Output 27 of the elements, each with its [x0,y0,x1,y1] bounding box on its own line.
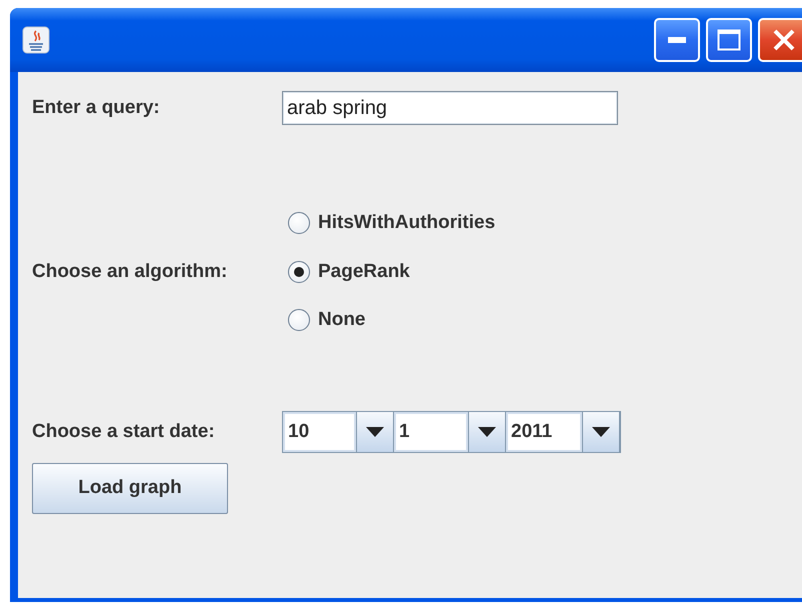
radio-label[interactable]: None [318,309,366,332]
combo-box[interactable]: 2011 [506,412,582,452]
minimize-button[interactable] [654,18,700,62]
maximize-button[interactable] [706,18,752,62]
query-field[interactable]: arab spring [282,91,618,125]
caret-icon [478,426,496,436]
dropdown-button[interactable] [582,412,620,452]
radio-button[interactable] [288,260,310,283]
combo-box[interactable]: 1 [394,412,468,452]
radio-label[interactable]: PageRank [318,260,410,283]
radio-button[interactable] [288,309,310,332]
radio-label[interactable]: HitsWithAuthorities [318,212,496,234]
caret-icon [366,426,384,436]
maximize-icon [717,29,741,51]
algorithm-label: Choose an algorithm: [32,260,228,283]
cup-icon [22,26,50,54]
query-label: Enter a query: [32,97,161,119]
dropdown-button[interactable] [356,412,394,452]
minimize-icon [668,37,686,43]
start-date-label: Choose a start date: [32,420,216,442]
close-button[interactable] [758,18,802,62]
combo-box[interactable]: 10 [283,412,356,452]
radio-button[interactable] [288,212,310,234]
caret-icon [592,426,610,436]
close-icon [772,28,796,52]
dropdown-button[interactable] [468,412,506,452]
load-graph-button[interactable]: Load graph [32,462,228,514]
